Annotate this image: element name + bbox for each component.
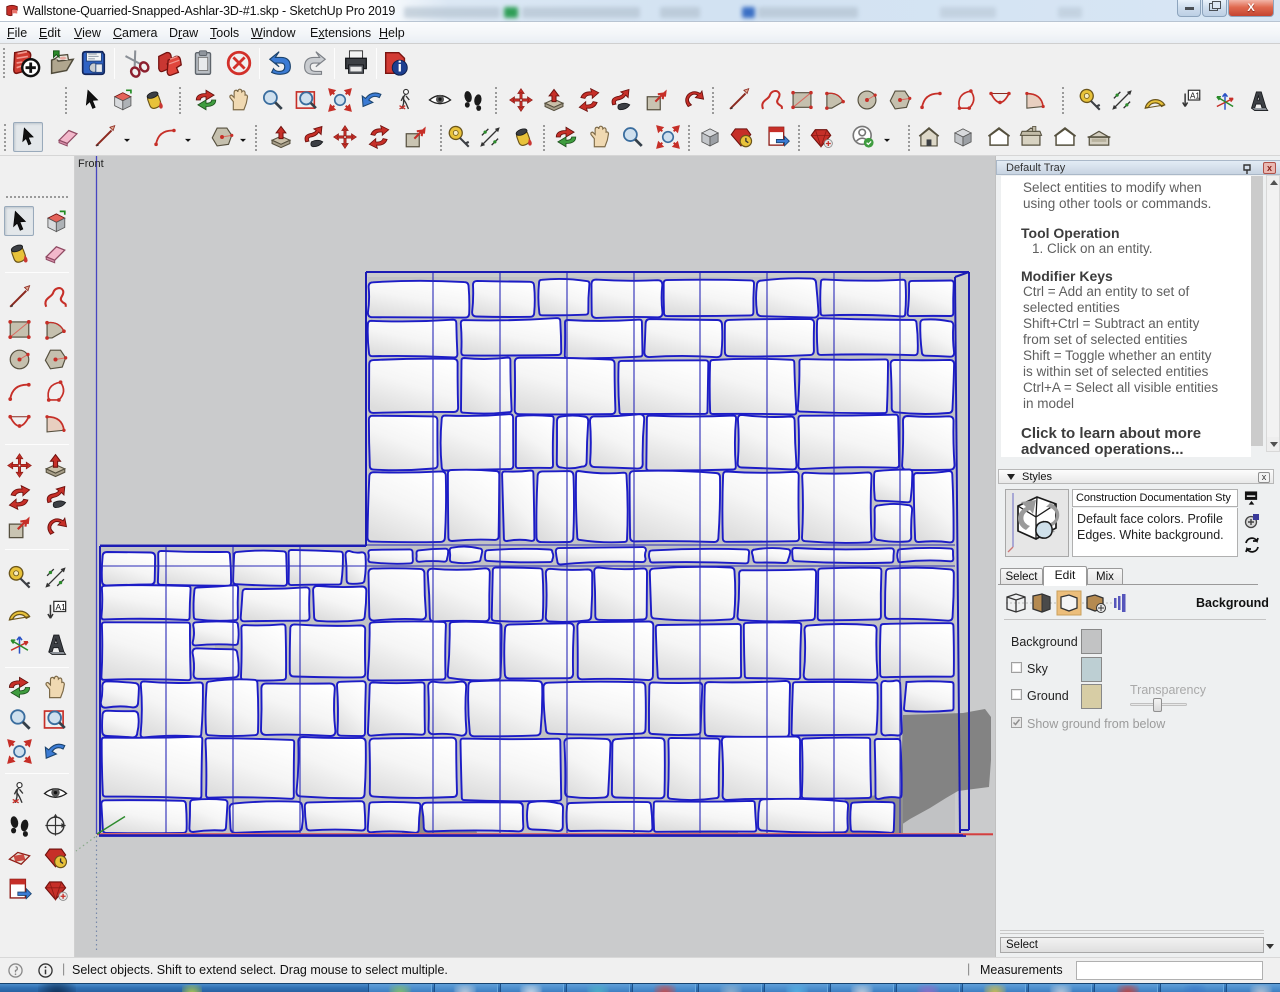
svg-text:Front: Front [78,158,104,170]
